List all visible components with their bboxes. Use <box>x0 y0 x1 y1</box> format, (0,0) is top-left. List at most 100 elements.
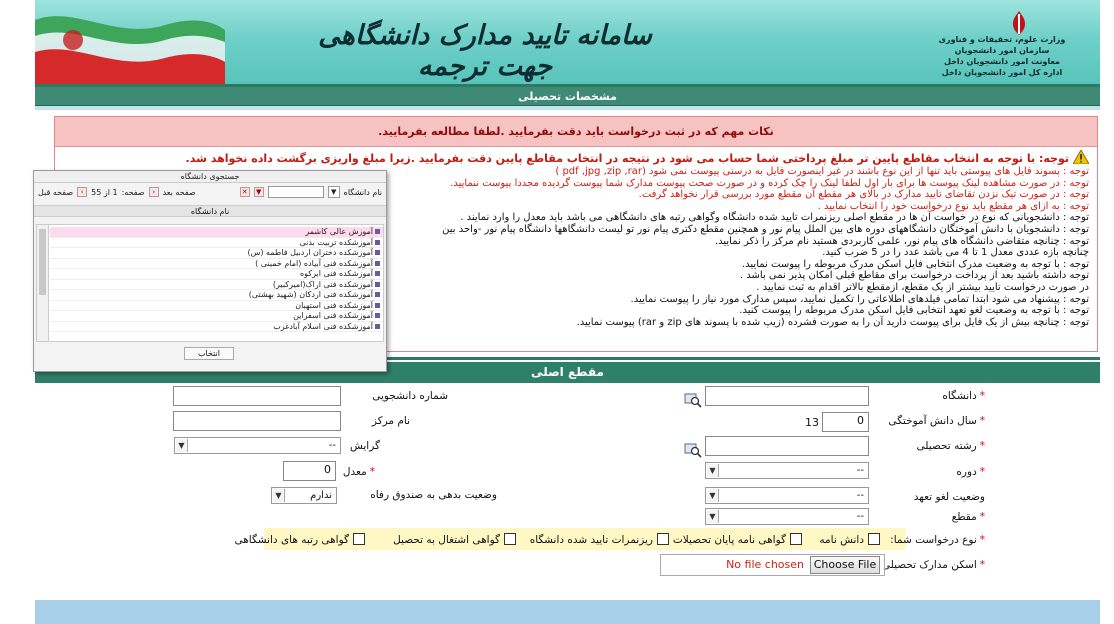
checkbox[interactable] <box>790 533 802 545</box>
prev-page-icon[interactable]: › <box>77 187 88 197</box>
bullet-icon <box>375 239 380 245</box>
dialog-toolbar: نام دانشگاه ▼ ▼ ✕ صفحه بعد ‹ صفحه: 1 از … <box>34 183 386 201</box>
filter-icon[interactable]: ▼ <box>253 187 264 197</box>
request-option-diploma[interactable]: دانش نامه <box>819 533 880 546</box>
field-input[interactable] <box>705 436 869 456</box>
center-name-label: نام مرکز <box>371 415 410 427</box>
commitment-label: وضعیت لغو تعهد <box>913 491 985 503</box>
site-header: سامانه تایید مدارک دانشگاهی جهت ترجمه وز… <box>35 0 1100 84</box>
list-item[interactable]: آموزشکده فنی اراک(امیرکبیر) <box>50 280 383 290</box>
university-list: آموزش عالی کاشمر آموزشکده تربیت بدنی آمو… <box>36 224 384 342</box>
debt-select[interactable]: ▼ ندارم <box>271 487 337 504</box>
emblem-icon <box>1013 11 1025 35</box>
bullet-icon <box>375 250 380 255</box>
list-item[interactable]: آموزشکده فنی اردکان (شهید بهشتی) <box>50 290 383 301</box>
dialog-title: جستجوی دانشگاه <box>34 171 386 183</box>
grad-year-prefix: 13 <box>805 416 819 429</box>
list-scrollbar[interactable] <box>37 225 49 341</box>
list-item[interactable]: آموزشکده فنی استهبان <box>50 301 383 311</box>
debt-label: وضعیت بدهی به صندوق رفاه <box>370 489 497 501</box>
checkbox[interactable] <box>353 533 365 545</box>
list-item[interactable]: آموزشکده فنی اسلام آبادغرب <box>50 322 383 332</box>
select-button[interactable]: انتخاب <box>184 347 234 360</box>
scrollbar-thumb[interactable] <box>39 229 46 295</box>
required-star: * <box>369 466 375 478</box>
checkbox[interactable] <box>504 533 516 545</box>
clear-icon[interactable]: ✕ <box>239 187 250 197</box>
degree-label: *مقطع <box>951 511 985 523</box>
gpa-label: *معدل <box>342 466 375 478</box>
orientation-label: گرایش <box>349 440 380 452</box>
bullet-icon <box>375 292 380 297</box>
list-item[interactable]: آموزشکده فنی آبیاده (امام خمینی ) <box>50 259 383 269</box>
required-star: * <box>979 511 985 523</box>
site-title: سامانه تایید مدارک دانشگاهی جهت ترجمه <box>318 20 652 82</box>
university-label: *دانشگاه <box>942 390 985 402</box>
student-number-label: شماره دانشجویی <box>372 390 448 402</box>
main-form: *دانشگاه شماره دانشجویی *سال دانش آموختگ… <box>35 383 1100 597</box>
prev-page-link[interactable]: صفحه قبل <box>38 188 73 197</box>
next-page-icon[interactable]: ‹ <box>148 187 159 197</box>
list-item[interactable]: آموزشکده فنی ابرکوه <box>50 269 383 280</box>
ministry-line: اداره کل امور دانشجویان داخل <box>941 68 1063 77</box>
chevron-down-icon: ▼ <box>273 489 285 502</box>
chevron-down-icon: ▼ <box>176 439 188 452</box>
warning-line: توجه: با توجه به انتخاب مقاطع پایین تر م… <box>63 150 1089 166</box>
university-input[interactable] <box>705 386 869 406</box>
course-select[interactable]: ▼ -- <box>705 462 869 479</box>
request-option-enrollment-certificate[interactable]: گواهی اشتغال به تحصیل <box>393 533 516 546</box>
list-item[interactable]: آموزشکده فنی اسفراین <box>50 311 383 322</box>
checkbox[interactable] <box>868 533 880 545</box>
university-search-input[interactable] <box>267 186 324 198</box>
file-upload: Choose File No file chosen <box>660 554 885 576</box>
center-name-input[interactable] <box>173 411 341 431</box>
request-option-graduation-certificate[interactable]: گواهی نامه پایان تحصیلات <box>673 533 802 546</box>
request-option-rank-certificate[interactable]: گواهی رتبه های دانشگاهی <box>234 533 365 546</box>
gpa-input[interactable]: 0 <box>283 461 336 481</box>
list-item[interactable]: آموزشکده دختران اردبیل فاطمه (س) <box>50 248 383 259</box>
column-header: نام دانشگاه <box>34 205 386 217</box>
chevron-down-icon: ▼ <box>707 464 719 477</box>
required-star: * <box>979 440 985 452</box>
university-name-label: نام دانشگاه <box>343 187 382 197</box>
warning-icon <box>1073 150 1089 164</box>
bullet-icon <box>375 302 380 308</box>
bullet-icon <box>375 260 380 266</box>
ministry-line: وزارت علوم، تحقیقات و فناوری <box>938 35 1066 44</box>
page-value: 1 از 55 <box>91 187 118 197</box>
search-field-icon[interactable] <box>684 442 702 458</box>
required-star: * <box>979 559 985 571</box>
checkbox[interactable] <box>657 533 669 545</box>
list-item[interactable]: آموزشکده تربیت بدنی <box>50 238 383 248</box>
search-university-icon[interactable] <box>684 392 702 408</box>
ministry-line: معاونت امور دانشجویان داخل <box>944 57 1060 66</box>
ministry-line: سازمان امور دانشجویان <box>954 46 1050 55</box>
degree-select[interactable]: ▼ -- <box>705 508 869 525</box>
notes-title: نکات مهم که در ثبت درخواست باید دقت بفرم… <box>55 117 1097 147</box>
field-label: *رشته تحصیلی <box>916 440 985 452</box>
section-strip <box>35 106 1100 110</box>
student-number-input[interactable] <box>173 386 341 406</box>
choose-file-button[interactable]: Choose File <box>810 556 880 574</box>
request-type-label: *نوع درخواست شما: <box>890 534 985 546</box>
list-item[interactable]: آموزش عالی کاشمر <box>50 227 383 238</box>
request-option-transcript[interactable]: ریزنمرات تایید شده دانشگاه <box>530 533 669 546</box>
grad-year-input[interactable]: 0 <box>822 412 869 432</box>
page-label: صفحه: <box>121 187 145 197</box>
file-status: No file chosen <box>726 558 804 571</box>
required-star: * <box>979 415 985 427</box>
chevron-down-icon[interactable]: ▼ <box>327 186 340 198</box>
orientation-select[interactable]: ▼ -- <box>174 437 341 454</box>
course-label: *دوره <box>956 466 985 478</box>
bullet-icon <box>375 229 380 234</box>
section-title: مشخصات تحصیلی <box>35 87 1100 106</box>
bullet-icon <box>375 323 380 329</box>
footer-bar <box>35 600 1100 624</box>
bullet-icon <box>375 281 380 287</box>
ministry-block: وزارت علوم، تحقیقات و فناوری سازمان امور… <box>912 4 1092 78</box>
commitment-select[interactable]: ▼ -- <box>705 487 869 504</box>
next-page-link[interactable]: صفحه بعد <box>163 188 196 197</box>
bullet-icon <box>375 313 380 318</box>
bullet-icon <box>375 271 380 276</box>
iran-flag-banner <box>35 16 225 84</box>
